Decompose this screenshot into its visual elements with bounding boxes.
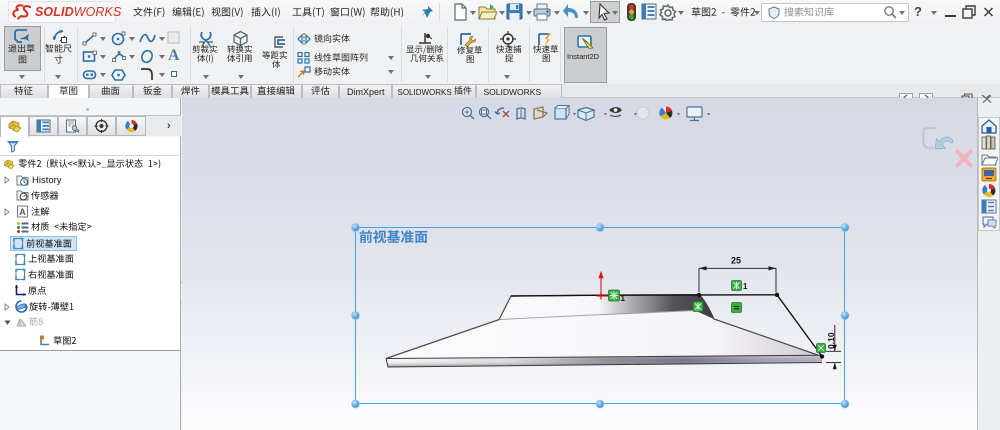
svg-text:1: 1 <box>743 282 748 291</box>
svg-text:25: 25 <box>731 256 741 266</box>
svg-text:1: 1 <box>621 294 626 303</box>
svg-text:0.10: 0.10 <box>826 332 836 349</box>
